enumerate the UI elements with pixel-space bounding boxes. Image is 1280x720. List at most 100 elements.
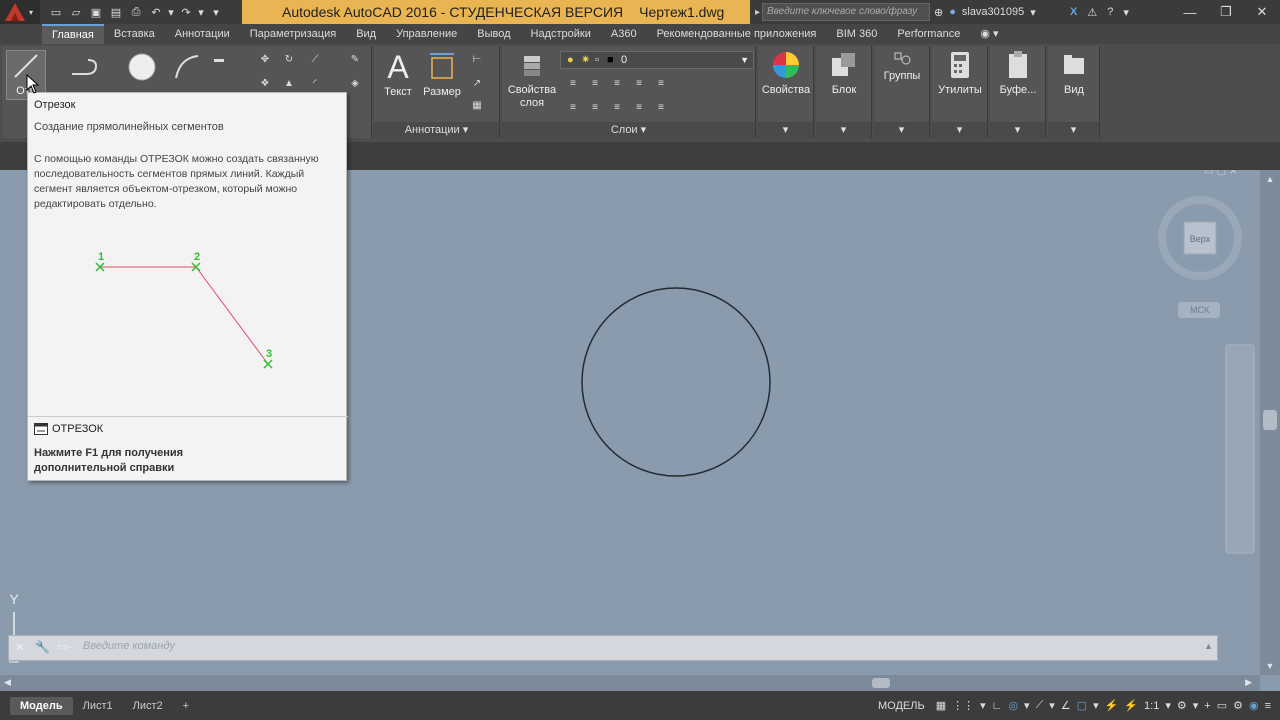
layer-off-icon[interactable]: ≡ bbox=[566, 78, 580, 90]
tab-performance[interactable]: Performance bbox=[887, 24, 970, 44]
vertical-scrollbar[interactable]: ▲ ▼ bbox=[1260, 170, 1280, 675]
explode-icon[interactable]: ◈ bbox=[348, 78, 362, 90]
tab-featured-apps[interactable]: Рекомендованные приложения bbox=[647, 24, 827, 44]
customize-icon[interactable]: 🔧 bbox=[35, 640, 50, 654]
erase-icon[interactable]: ✎ bbox=[348, 54, 362, 66]
tab-home[interactable]: Главная bbox=[42, 24, 104, 44]
trim-icon[interactable]: ⟋ bbox=[308, 54, 322, 66]
drawn-circle[interactable] bbox=[581, 287, 771, 477]
workspace-dropdown-icon[interactable]: ▾ bbox=[1193, 699, 1199, 712]
annotation-visibility-icon[interactable]: ⚡ bbox=[1105, 699, 1119, 712]
scroll-up-icon[interactable]: ▲ bbox=[1263, 174, 1277, 184]
object-snap-icon[interactable]: ▢ bbox=[1077, 699, 1087, 712]
add-layout-icon[interactable]: + bbox=[173, 697, 199, 715]
polyline-button[interactable] bbox=[64, 52, 104, 86]
layer-thaw-icon[interactable]: ≡ bbox=[610, 102, 624, 114]
utilities-button[interactable]: Утилиты bbox=[934, 50, 986, 97]
hardware-acceleration-icon[interactable]: ◉ bbox=[1249, 699, 1259, 712]
annotations-panel-title[interactable]: Аннотации ▾ bbox=[374, 122, 499, 138]
isodraft-icon[interactable]: ⟋ bbox=[1036, 699, 1044, 712]
scroll-down-icon[interactable]: ▼ bbox=[1263, 661, 1277, 671]
polar-icon[interactable]: ◎ bbox=[1008, 699, 1018, 712]
username[interactable]: slava301095 bbox=[962, 6, 1024, 18]
exchange-apps-icon[interactable]: X bbox=[1070, 6, 1077, 18]
layer-freeze-icon[interactable]: ≡ bbox=[610, 78, 624, 90]
print-icon[interactable]: ⎙ bbox=[127, 4, 145, 20]
linear-dim-icon[interactable]: ⊢ bbox=[470, 54, 484, 66]
open-icon[interactable]: ▱ bbox=[67, 4, 85, 20]
vertical-scroll-thumb[interactable] bbox=[1263, 410, 1277, 430]
auto-scale-icon[interactable]: ⚡ bbox=[1124, 699, 1138, 712]
isodraft-dropdown-icon[interactable]: ▾ bbox=[1049, 699, 1055, 712]
scroll-right-icon[interactable]: ▶ bbox=[1245, 677, 1252, 688]
isolate-objects-icon[interactable]: ⚙ bbox=[1233, 699, 1243, 712]
application-menu-button[interactable]: ▾ bbox=[0, 0, 40, 24]
tab-annotate[interactable]: Аннотации bbox=[165, 24, 240, 44]
groups-expand[interactable]: ▾ bbox=[874, 122, 929, 138]
dimension-button[interactable]: Размер bbox=[422, 50, 462, 99]
groups-button[interactable]: Группы bbox=[876, 50, 928, 83]
arc-button[interactable] bbox=[167, 52, 207, 86]
layer-dropdown[interactable]: ● ✷ ▫ ■ 0 ▼ bbox=[560, 51, 754, 69]
view-expand[interactable]: ▾ bbox=[1048, 122, 1099, 138]
command-history-icon[interactable]: ▲ bbox=[1204, 641, 1213, 651]
layer-unlock-icon[interactable]: ≡ bbox=[632, 102, 646, 114]
layer-match-icon[interactable]: ≡ bbox=[654, 78, 668, 90]
units-icon[interactable]: ▭ bbox=[1217, 699, 1227, 712]
horizontal-scrollbar[interactable]: ◀ ▶ bbox=[0, 675, 1260, 691]
snap-icon[interactable]: ⋮⋮ bbox=[952, 699, 974, 712]
tab-bim360[interactable]: BIM 360 bbox=[826, 24, 887, 44]
close-command-line-icon[interactable]: ✕ bbox=[15, 641, 24, 654]
ribbon-toggle-icon[interactable]: ◉ ▾ bbox=[970, 24, 1008, 44]
help-dropdown-icon[interactable]: ▾ bbox=[1123, 6, 1129, 19]
horizontal-scroll-thumb[interactable] bbox=[872, 678, 890, 688]
fillet-icon[interactable]: ◜ bbox=[308, 78, 322, 90]
redo-dropdown-icon[interactable]: ▾ bbox=[197, 4, 205, 20]
properties-button[interactable]: Свойства bbox=[760, 50, 812, 97]
scale-dropdown-icon[interactable]: ▾ bbox=[1165, 699, 1171, 712]
tab-output[interactable]: Вывод bbox=[467, 24, 520, 44]
save-as-icon[interactable]: ▤ bbox=[107, 4, 125, 20]
tab-model[interactable]: Модель bbox=[10, 696, 73, 715]
command-input[interactable]: Введите команду bbox=[83, 640, 175, 652]
text-button[interactable]: A Текст bbox=[380, 50, 416, 99]
block-expand[interactable]: ▾ bbox=[816, 122, 871, 138]
rectangle-icon[interactable]: ▬ bbox=[212, 54, 226, 66]
tab-view[interactable]: Вид bbox=[346, 24, 386, 44]
minimize-icon[interactable]: — bbox=[1172, 0, 1208, 24]
layers-panel-title[interactable]: Слои ▾ bbox=[502, 122, 755, 138]
object-snap-dropdown-icon[interactable]: ▾ bbox=[1093, 699, 1099, 712]
undo-dropdown-icon[interactable]: ▾ bbox=[167, 4, 175, 20]
tab-parametric[interactable]: Параметризация bbox=[240, 24, 346, 44]
chevron-down-icon[interactable]: ▾ bbox=[1030, 6, 1036, 19]
scroll-left-icon[interactable]: ◀ bbox=[4, 677, 11, 688]
navigation-bar[interactable] bbox=[1225, 344, 1255, 554]
polar-dropdown-icon[interactable]: ▾ bbox=[1024, 699, 1030, 712]
mirror-icon[interactable]: ▲ bbox=[282, 78, 296, 90]
close-icon[interactable]: ✕ bbox=[1244, 0, 1280, 24]
tab-manage[interactable]: Управление bbox=[386, 24, 467, 44]
viewcube-face[interactable]: Верх bbox=[1190, 234, 1211, 244]
layer-walk-icon[interactable]: ≡ bbox=[588, 102, 602, 114]
utilities-expand[interactable]: ▾ bbox=[932, 122, 987, 138]
layer-isolate-icon[interactable]: ≡ bbox=[588, 78, 602, 90]
annotation-scale[interactable]: 1:1 bbox=[1144, 700, 1159, 712]
customize-quick-access-icon[interactable]: ▾ bbox=[207, 4, 225, 20]
rotate-icon[interactable]: ↻ bbox=[282, 54, 296, 66]
layer-change-icon[interactable]: ≡ bbox=[654, 102, 668, 114]
object-snap-tracking-icon[interactable]: ∠ bbox=[1061, 699, 1071, 712]
customization-icon[interactable]: ≡ bbox=[1265, 700, 1271, 712]
snap-dropdown-icon[interactable]: ▾ bbox=[980, 699, 986, 712]
circle-button[interactable] bbox=[122, 52, 162, 86]
tab-addins[interactable]: Надстройки bbox=[521, 24, 601, 44]
undo-icon[interactable]: ↶ bbox=[147, 4, 165, 20]
annotation-monitor-icon[interactable]: + bbox=[1204, 700, 1210, 712]
new-icon[interactable]: ▭ bbox=[47, 4, 65, 20]
model-space-button[interactable]: МОДЕЛЬ bbox=[878, 700, 925, 712]
search-input[interactable]: ▸ Введите ключевое слово/фразу bbox=[755, 3, 930, 21]
redo-icon[interactable]: ↷ bbox=[177, 4, 195, 20]
binoculars-icon[interactable]: ⊕ bbox=[934, 6, 943, 19]
layer-lock-icon[interactable]: ≡ bbox=[632, 78, 646, 90]
help-icon[interactable]: ? bbox=[1107, 6, 1113, 18]
table-icon[interactable]: ▦ bbox=[470, 100, 484, 112]
